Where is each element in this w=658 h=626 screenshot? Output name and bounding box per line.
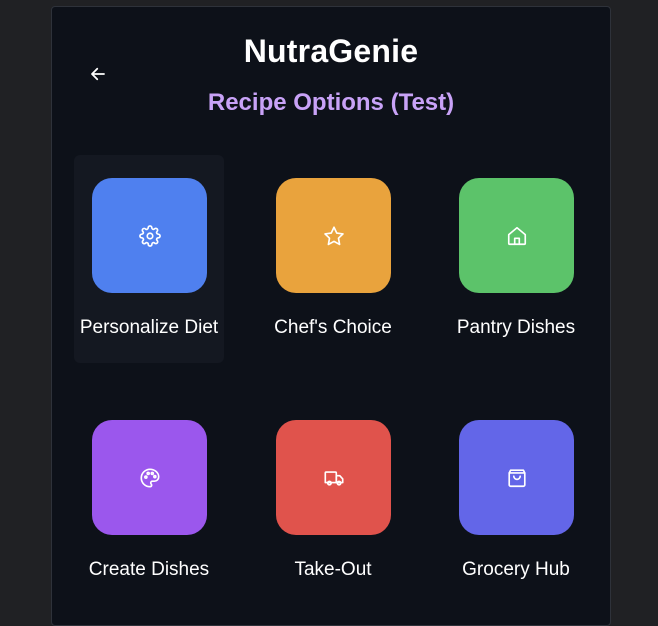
option-label: Grocery Hub	[462, 559, 570, 580]
star-icon	[323, 225, 344, 245]
app-panel: NutraGenie Recipe Options (Test) Persona…	[51, 6, 611, 626]
truck-icon	[323, 470, 344, 486]
option-label: Take-Out	[294, 559, 372, 580]
option-label: Chef's Choice	[274, 317, 392, 338]
option-icon-box	[92, 420, 207, 535]
option-create-dishes[interactable]: Create Dishes	[74, 397, 224, 605]
option-icon-box	[276, 178, 391, 293]
option-icon-box	[459, 420, 574, 535]
shopping-bag-icon	[507, 468, 526, 487]
palette-icon	[139, 467, 160, 488]
option-pantry-dishes[interactable]: Pantry Dishes	[441, 155, 591, 363]
app-title: NutraGenie	[243, 33, 419, 69]
option-label: Pantry Dishes	[456, 317, 576, 338]
option-grocery-hub[interactable]: Grocery Hub	[441, 397, 591, 605]
gear-icon	[138, 224, 161, 247]
option-chefs-choice[interactable]: Chef's Choice	[258, 155, 408, 363]
page-subtitle: Recipe Options (Test)	[207, 89, 455, 116]
option-label: Personalize Diet	[79, 317, 219, 338]
option-label: Create Dishes	[88, 559, 210, 580]
home-icon	[507, 226, 526, 245]
option-icon-box	[92, 178, 207, 293]
option-icon-box	[276, 420, 391, 535]
option-take-out[interactable]: Take-Out	[258, 397, 408, 605]
option-icon-box	[459, 178, 574, 293]
option-personalize-diet[interactable]: Personalize Diet	[74, 155, 224, 363]
